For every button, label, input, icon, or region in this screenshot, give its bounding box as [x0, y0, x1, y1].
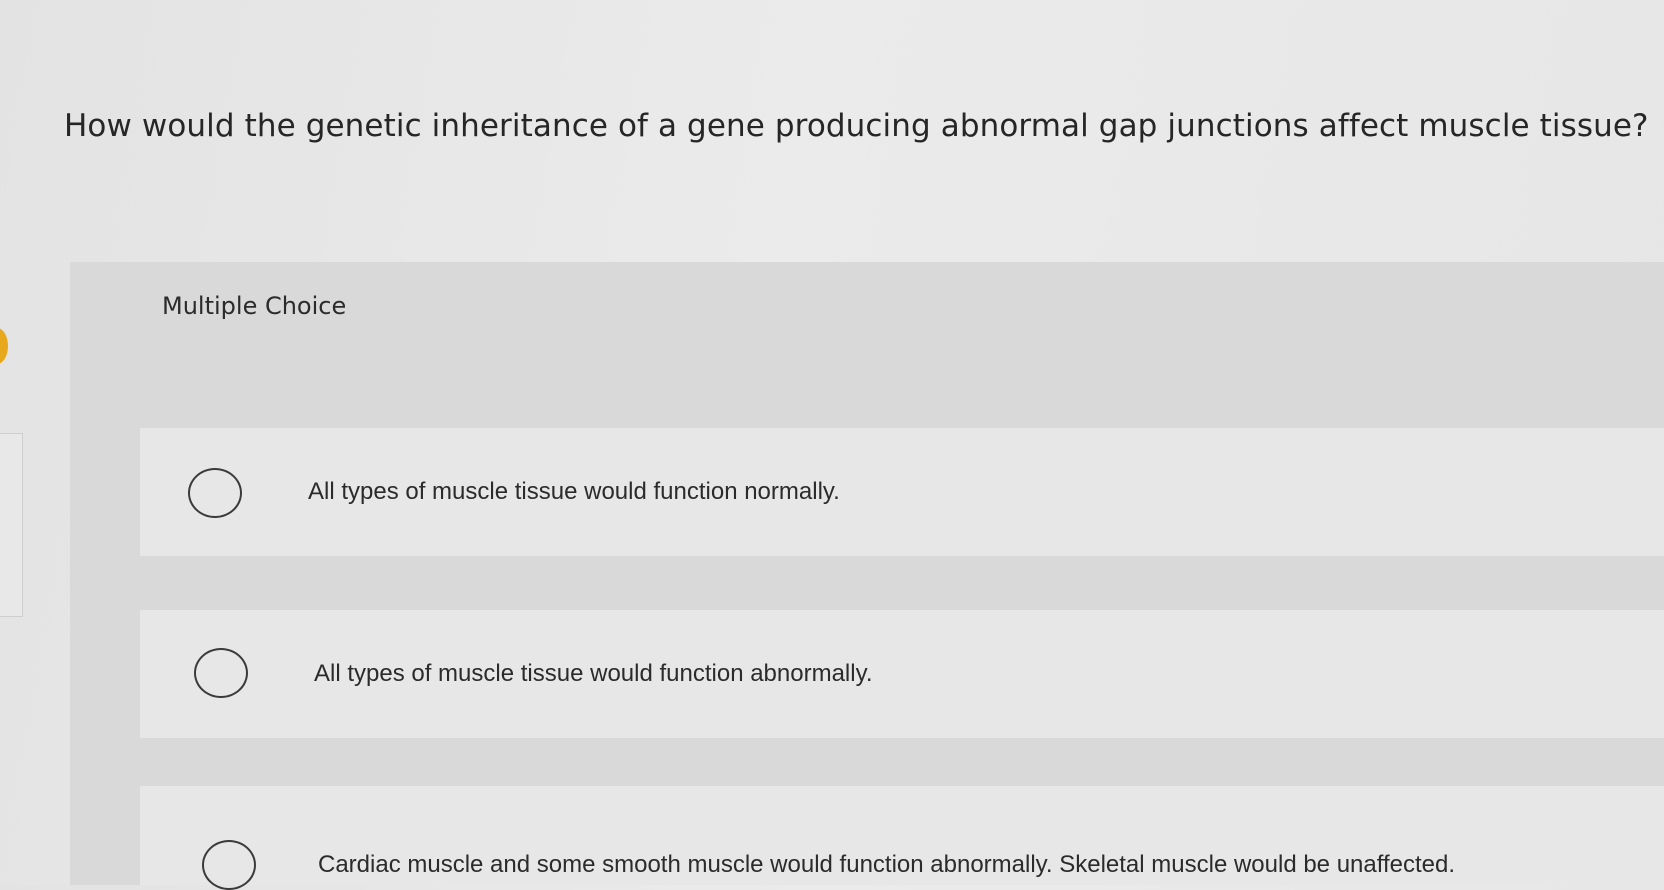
progress-indicator-dot — [0, 328, 8, 364]
multiple-choice-title: Multiple Choice — [162, 292, 347, 320]
question-text: How would the genetic inheritance of a g… — [64, 108, 1649, 144]
multiple-choice-panel: Multiple Choice All types of muscle tiss… — [70, 262, 1664, 890]
choice-option-1[interactable]: All types of muscle tissue would functio… — [140, 428, 1664, 556]
choice-option-3[interactable]: Cardiac muscle and some smooth muscle wo… — [140, 786, 1664, 890]
choice-option-2[interactable]: All types of muscle tissue would functio… — [140, 610, 1664, 738]
side-panel-tab[interactable] — [0, 433, 23, 617]
choice-label-2[interactable]: All types of muscle tissue would functio… — [314, 660, 872, 688]
radio-button-3[interactable] — [202, 840, 256, 890]
choice-label-3[interactable]: Cardiac muscle and some smooth muscle wo… — [318, 851, 1455, 879]
radio-button-1[interactable] — [188, 468, 242, 518]
radio-button-2[interactable] — [194, 648, 248, 698]
choice-label-1[interactable]: All types of muscle tissue would functio… — [308, 478, 840, 506]
